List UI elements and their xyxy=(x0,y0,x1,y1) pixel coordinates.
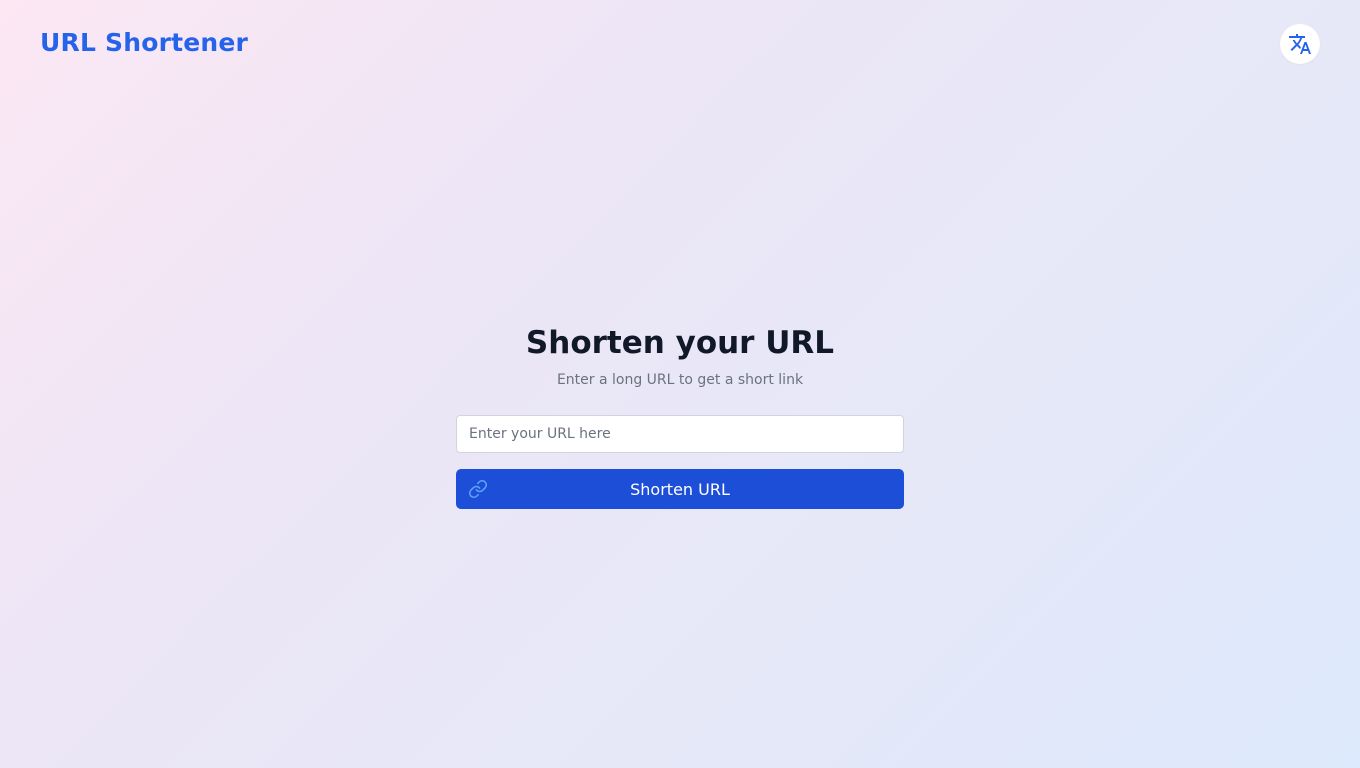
language-switcher-button[interactable] xyxy=(1280,24,1320,64)
app-logo-title[interactable]: URL Shortener xyxy=(40,28,248,57)
shortener-form: Shorten your URL Enter a long URL to get… xyxy=(456,322,904,509)
shorten-url-button[interactable]: Shorten URL xyxy=(456,469,904,509)
shorten-url-button-label: Shorten URL xyxy=(630,479,730,499)
link-icon xyxy=(468,479,488,499)
translate-icon xyxy=(1288,32,1312,56)
page-subtitle: Enter a long URL to get a short link xyxy=(556,372,804,388)
page-title: Shorten your URL xyxy=(525,325,835,361)
url-input[interactable] xyxy=(456,415,904,453)
